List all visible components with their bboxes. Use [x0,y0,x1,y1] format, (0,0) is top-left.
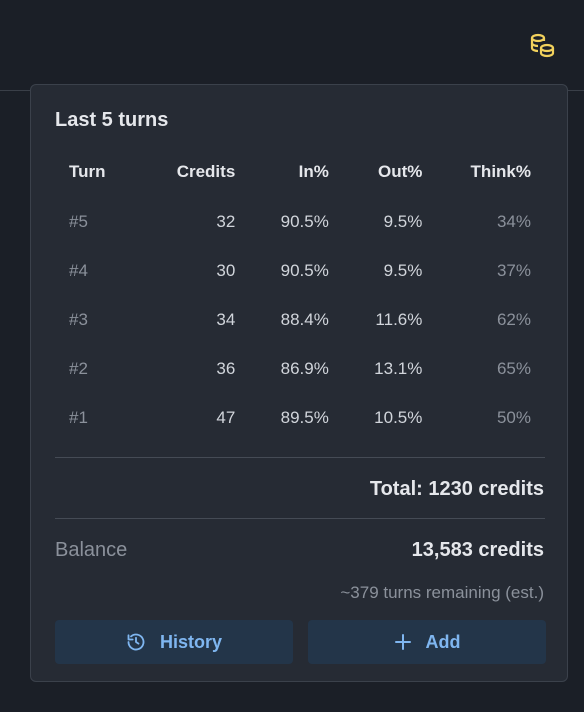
cell-credits: 32 [216,211,236,231]
col-think-header: Think% [470,162,531,181]
balance-value: 13,583 credits [411,539,544,561]
cell-in: 86.9% [280,358,329,378]
table-row: #3 34 88.4% 11.6% 62% [55,295,545,344]
cell-think: 37% [496,260,531,280]
cell-in: 89.5% [280,407,329,427]
col-in-header: In% [298,162,329,181]
turns-table: Turn Credits In% Out% Think% #5 32 90.5%… [55,147,545,442]
cell-in: 90.5% [280,260,329,280]
divider [55,518,545,519]
cell-out: 11.6% [375,309,423,329]
cell-out: 9.5% [383,260,423,280]
panel-title: Last 5 turns [55,109,169,131]
cell-out: 9.5% [383,211,423,231]
cell-out: 10.5% [374,407,423,427]
table-row: #2 36 86.9% 13.1% 65% [55,344,545,393]
table-row: #4 30 90.5% 9.5% 37% [55,246,545,295]
turns-remaining: ~379 turns remaining (est.) [340,583,544,602]
cell-turn: #1 [69,407,88,427]
credits-popover: Last 5 turns Turn Credits In% Out% Think… [30,84,568,682]
total-credits: Total: 1230 credits [369,478,544,500]
plus-icon [394,633,412,651]
cell-think: 65% [496,358,531,378]
col-turn-header: Turn [69,162,106,181]
cell-credits: 36 [216,358,236,378]
cell-turn: #5 [69,211,88,231]
table-row: #5 32 90.5% 9.5% 34% [55,197,545,246]
history-button-label: History [159,631,222,652]
cell-turn: #3 [69,309,88,329]
divider [55,457,545,458]
cell-think: 50% [496,407,531,427]
cell-in: 90.5% [280,211,329,231]
cell-out: 13.1% [374,358,423,378]
add-button-label: Add [425,631,461,652]
cell-credits: 34 [216,309,236,329]
cell-think: 62% [496,309,531,329]
col-out-header: Out% [377,162,423,181]
top-bar [0,0,584,91]
cell-credits: 47 [216,407,236,427]
table-row: #1 47 89.5% 10.5% 50% [55,393,545,442]
cell-think: 34% [496,211,531,231]
cell-credits: 30 [216,260,236,280]
col-credits-header: Credits [176,162,236,181]
add-credits-button[interactable]: Add [308,620,546,664]
cell-in: 88.4% [280,309,329,329]
history-button[interactable]: History [55,620,293,664]
history-icon [126,632,146,652]
cell-turn: #4 [69,260,88,280]
balance-label: Balance [55,539,128,561]
credits-button[interactable] [526,30,558,62]
table-header-row: Turn Credits In% Out% Think% [55,147,545,197]
cell-turn: #2 [69,358,88,378]
coins-icon [530,33,555,58]
